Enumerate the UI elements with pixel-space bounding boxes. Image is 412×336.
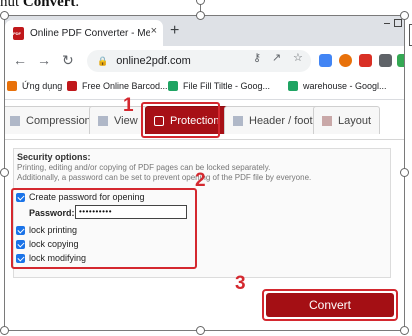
profile-icon[interactable] <box>397 54 404 67</box>
share-icon[interactable]: ↗ <box>272 51 281 64</box>
bookmark-star-icon[interactable]: ☆ <box>293 51 303 64</box>
resize-handle-bottom-left[interactable] <box>0 326 9 335</box>
compression-icon <box>10 115 20 126</box>
layout-icon <box>322 115 332 126</box>
url-text: online2pdf.com <box>116 55 191 67</box>
highlight-protection-tab <box>141 102 220 138</box>
resize-handle-top[interactable] <box>196 11 205 20</box>
browser-toolbar: ← → ↻ 🔒 online2pdf.com ⚷ ↗ ☆ <box>5 46 404 76</box>
google-drive-icon <box>288 81 298 91</box>
minimize-icon[interactable] <box>384 17 390 24</box>
resize-handle-bottom-right[interactable] <box>400 326 409 335</box>
google-drive-icon <box>168 81 178 91</box>
lock-printing-label: lock printing <box>29 225 78 235</box>
create-password-label: Create password for opening <box>29 192 145 202</box>
lock-modifying-label: lock modifying <box>29 253 87 263</box>
forward-icon[interactable]: → <box>37 53 51 67</box>
resize-handle-top-right[interactable] <box>400 11 409 20</box>
back-icon[interactable]: ← <box>13 53 27 67</box>
browser-window: Online PDF Converter - Merge, c × + ← → … <box>5 16 404 330</box>
document-text: nút Convert. <box>0 0 79 11</box>
apps-grid-icon <box>7 81 17 91</box>
rotate-handle[interactable] <box>196 0 205 5</box>
bookmarks-bar: Ứng dụng Free Online Barcod... File Fill… <box>5 76 404 100</box>
step-number-2: 2 <box>195 170 206 191</box>
pdf-favicon-icon <box>13 26 24 40</box>
barcode-favicon-icon <box>67 81 77 91</box>
tab-layout[interactable]: Layout <box>313 106 381 134</box>
lock-copying-checkbox[interactable] <box>16 240 25 249</box>
tab-compression[interactable]: Compression <box>5 106 100 134</box>
new-tab-button[interactable]: + <box>170 22 179 40</box>
lock-modifying-checkbox[interactable] <box>16 254 25 263</box>
secure-lock-icon: 🔒 <box>97 55 109 66</box>
bookmark-apps[interactable]: Ứng dụng <box>7 81 62 91</box>
bookmark-barcode[interactable]: Free Online Barcod... <box>67 81 168 91</box>
puzzle-extensions-icon[interactable] <box>379 54 392 67</box>
extension-icon[interactable] <box>359 54 372 67</box>
bookmark-file-fill[interactable]: File Fill Tiltle - Goog... <box>168 81 270 91</box>
tab-title: Online PDF Converter - Merge, c <box>30 27 150 39</box>
convert-button[interactable]: Convert <box>266 293 394 317</box>
maximize-icon[interactable] <box>394 19 402 27</box>
password-label: Password: <box>29 208 75 218</box>
options-tabs: Compression View Protection Header / foo… <box>5 100 404 140</box>
resize-handle-right[interactable] <box>400 168 409 177</box>
key-icon[interactable]: ⚷ <box>253 51 261 64</box>
password-input[interactable]: •••••••••• <box>75 205 187 219</box>
create-password-checkbox[interactable] <box>16 193 25 202</box>
security-title: Security options: <box>17 152 91 162</box>
tab-close-icon[interactable]: × <box>151 25 157 37</box>
reload-icon[interactable]: ↻ <box>62 53 74 67</box>
lock-printing-checkbox[interactable] <box>16 226 25 235</box>
step-number-3: 3 <box>235 273 246 294</box>
resize-handle-top-left[interactable] <box>0 11 9 20</box>
tab-bar: Online PDF Converter - Merge, c × + <box>5 16 404 46</box>
bookmark-warehouse[interactable]: warehouse - Googl... <box>288 81 387 91</box>
view-icon <box>98 115 108 126</box>
lock-copying-label: lock copying <box>29 239 79 249</box>
resize-handle-left[interactable] <box>0 168 9 177</box>
resize-handle-bottom[interactable] <box>196 326 205 335</box>
page-content: Compression View Protection Header / foo… <box>5 95 404 330</box>
extension-icon[interactable] <box>339 54 352 67</box>
translate-extension-icon[interactable] <box>319 54 332 67</box>
tab-view[interactable]: View <box>89 106 147 134</box>
step-number-1: 1 <box>123 95 134 116</box>
header-footer-icon <box>233 115 243 126</box>
document-bold-word: Convert <box>22 0 76 10</box>
browser-tab[interactable]: Online PDF Converter - Merge, c × <box>5 20 163 46</box>
